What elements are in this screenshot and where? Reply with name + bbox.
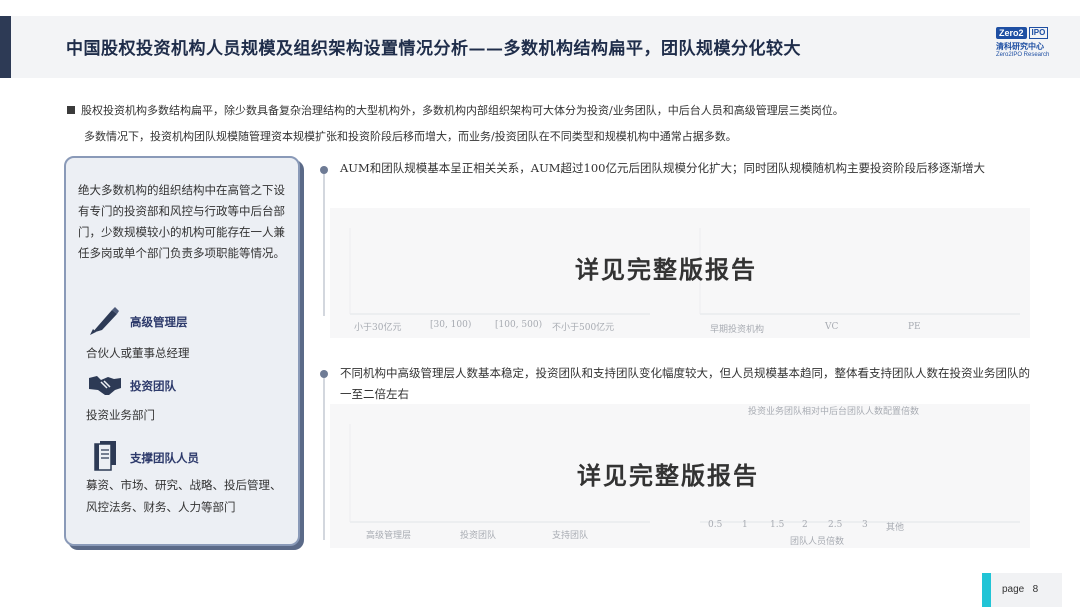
page-label: page: [1002, 584, 1025, 595]
faint-label: 支持团队: [552, 531, 589, 541]
logo-cn-text: 清科研究中心: [996, 42, 1044, 51]
summary-bullet: 股权投资机构多数结构扁平，除少数具备复杂治理结构的大型机构外，多数机构内部组织架…: [67, 98, 1042, 150]
zero2ipo-logo: Zero2 IPO 清科研究中心 Zero2IPO Research: [996, 27, 1060, 65]
summary-line-1: 股权投资机构多数结构扁平，除少数具备复杂治理结构的大型机构外，多数机构内部组织架…: [81, 104, 844, 117]
page-number-badge: page 8: [982, 573, 1062, 607]
section1-text: AUM和团队规模基本呈正相关关系，AUM超过100亿元后团队规模分化扩大；同时团…: [340, 161, 985, 175]
category-desc: 募资、市场、研究、战略、投后管理、风控法务、财务、人力等部门: [86, 478, 282, 514]
section2-pin-icon: [320, 370, 328, 378]
category-label: 支撑团队人员: [130, 451, 199, 465]
faint-label: 投资团队: [460, 531, 497, 541]
faint-label: PE: [908, 322, 921, 332]
see-full-report-overlay: 详见完整版报告: [575, 255, 757, 284]
page-number-text: page 8: [1002, 584, 1038, 595]
section2-text: 不同机构中高级管理层人数基本稳定，投资团队和支持团队变化幅度较大，但人员规模基本…: [340, 366, 1030, 401]
org-structure-card: 绝大多数机构的组织结构中在高管之下设有专门的投资部和风控与行政等中后台部门，少数…: [64, 156, 300, 546]
faint-label: 其他: [886, 523, 905, 533]
faint-label: 1: [742, 520, 748, 530]
faint-label: 1.5: [770, 520, 785, 530]
page-accent-bar: [982, 573, 991, 607]
section2-blurred-chart: 投资业务团队相对中后台团队人数配置倍数 高级管理层 投资团队 支持团队 0.5 …: [330, 404, 1030, 548]
see-full-report-overlay: 详见完整版报告: [577, 461, 759, 490]
faint-label: VC: [825, 322, 839, 332]
faint-label: [100, 500): [495, 320, 543, 330]
category-desc: 合伙人或董事总经理: [86, 346, 190, 360]
card-intro-text: 绝大多数机构的组织结构中在高管之下设有专门的投资部和风控与行政等中后台部门，少数…: [78, 183, 285, 260]
category-label: 投资团队: [130, 379, 176, 393]
section1-pin-icon: [320, 166, 328, 174]
faint-label: 小于30亿元: [354, 323, 402, 333]
documents-icon: [94, 441, 116, 471]
page-title: 中国股权投资机构人员规模及组织架构设置情况分析——多数机构结构扁平，团队规模分化…: [66, 39, 801, 59]
faint-label: [30, 100): [430, 320, 472, 330]
section2-timeline-line: [323, 370, 325, 540]
page-number: 8: [1032, 584, 1039, 595]
faint-label: 高级管理层: [366, 531, 412, 541]
category-label: 高级管理层: [130, 315, 188, 329]
logo-box-zero2: Zero2: [996, 27, 1027, 39]
pen-icon: [90, 307, 119, 335]
section1-blurred-chart: 小于30亿元 [30, 100) [100, 500) 不小于500亿元 早期投…: [330, 208, 1030, 338]
bullet-square-icon: [67, 106, 75, 114]
faint-label: 不小于500亿元: [552, 323, 615, 333]
title-accent-bar: [0, 16, 11, 78]
summary-line-2: 多数情况下，投资机构团队规模随管理资本规模扩张和投资阶段后移而增大，而业务/投资…: [84, 130, 737, 143]
faint-label: 3: [862, 520, 868, 530]
logo-box-ipo: IPO: [1028, 27, 1049, 39]
handshake-icon: [89, 376, 121, 395]
category-desc: 投资业务部门: [86, 408, 155, 422]
faint-label: 2.5: [828, 520, 843, 530]
faint-label: 0.5: [708, 520, 723, 530]
faint-axis-label: 团队人员倍数: [790, 537, 845, 547]
faint-chart-title: 投资业务团队相对中后台团队人数配置倍数: [748, 407, 920, 417]
section1-timeline-line: [323, 166, 325, 316]
faint-label: 早期投资机构: [710, 325, 765, 335]
faint-label: 2: [802, 520, 808, 530]
logo-en-text: Zero2IPO Research: [996, 52, 1050, 58]
